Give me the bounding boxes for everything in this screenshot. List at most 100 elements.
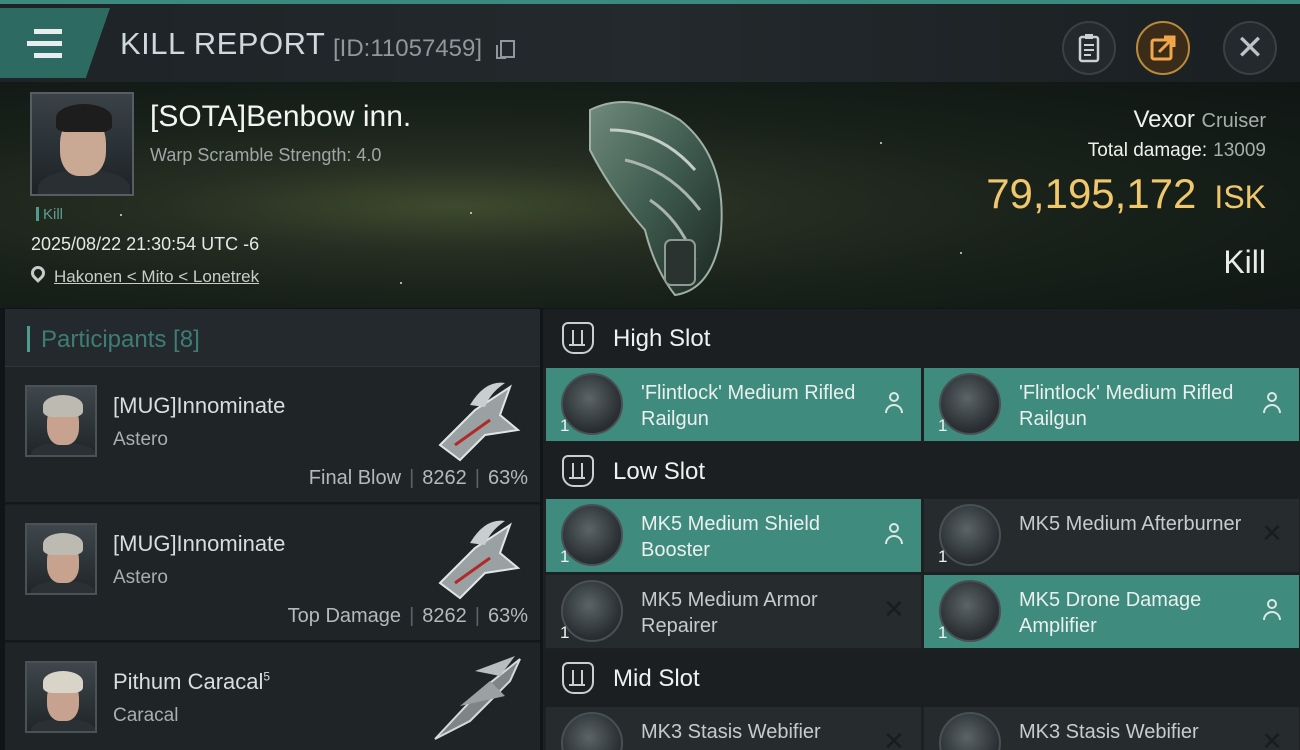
avatar-body [31,443,95,455]
person-icon [1261,390,1283,416]
participant-row[interactable]: [MUG]Innominate Astero Final Blow | 8262 | 6… [5,367,540,504]
module-name: MK3 Stasis Webifier [641,721,821,743]
x-icon: ✕ [883,727,905,750]
separator: | [409,605,415,627]
slot-label: High Slot [613,325,711,352]
victim-banner: [SOTA]Benbow inn. Warp Scramble Strength… [0,82,1300,308]
slot-icon [562,662,594,694]
module-qty: 1 [560,416,570,435]
location-link[interactable]: Hakonen < Mito < Lonetrek [54,267,259,287]
participant-ship: Astero [113,567,168,588]
share-icon [1150,35,1176,61]
copy-icon[interactable] [496,40,515,59]
slot-label: Mid Slot [613,665,700,692]
module-name: 'Flintlock' Medium Rifled Railgun [1019,382,1234,430]
total-damage: Total damage: 13009 [1088,140,1266,162]
kill-datetime: 2025/08/22 21:30:54 UTC -6 [31,234,260,254]
close-button[interactable]: ✕ [1223,21,1277,75]
participant-ship-image [434,656,521,740]
module-item[interactable]: 1 MK5 Medium Armor Repairer ✕ [546,575,921,648]
isk-value: 79,195,172 ISK [986,170,1266,218]
avatar-hair [56,104,112,132]
module-icon [561,504,623,566]
fitting-panel[interactable]: High Slot 1 'Flintlock' Medium Rifled Ra… [543,309,1300,750]
location-pin-icon [28,263,48,283]
participant-name: Pithum Caracal5 [113,669,270,695]
module-qty: 1 [560,623,570,642]
avatar [25,523,97,595]
module-item[interactable]: 1 MK5 Medium Afterburner ✕ [924,499,1299,572]
module-item[interactable]: 1 'Flintlock' Medium Rifled Railgun [924,368,1299,441]
header-bar: KILL REPORT [ID:11057459] ✕ [0,0,1300,82]
module-item[interactable]: MK3 Stasis Webifier ✕ [924,707,1299,750]
module-icon [939,373,1001,435]
participant-damage: 8262 [422,467,467,489]
page-title: KILL REPORT [120,26,326,61]
star [960,252,962,254]
separator: | [474,467,480,489]
module-name: MK3 Stasis Webifier [1019,721,1199,743]
module-item[interactable]: MK3 Stasis Webifier ✕ [546,707,921,750]
participant-damage: 8262 [422,605,467,627]
person-icon-body [1263,611,1281,620]
clipboard-icon [1078,34,1100,63]
participant-row[interactable]: Pithum Caracal5 Caracal [5,643,540,750]
module-name: MK5 Medium Armor Repairer [641,589,818,637]
x-icon: ✕ [1261,727,1283,750]
module-qty: 1 [938,547,948,566]
separator: | [474,605,480,627]
module-qty: 1 [938,416,948,435]
participant-stats: Top Damage | 8262 | 63% [288,605,528,628]
module-icon [939,580,1001,642]
damage-label: Total damage: [1087,140,1208,161]
person-icon [883,521,905,547]
module-item[interactable]: 1 'Flintlock' Medium Rifled Railgun [546,368,921,441]
avatar-body [31,581,95,593]
clipboard-button[interactable] [1062,21,1116,75]
participant-name-text: Pithum Caracal [113,669,264,694]
result-label: Kill [1223,244,1266,280]
share-button[interactable] [1136,21,1190,75]
x-icon: ✕ [1261,519,1283,549]
avatar [25,661,97,733]
participant-percent: 63% [487,467,528,489]
participant-ship-image [438,382,521,462]
star [120,214,122,216]
module-qty: 1 [560,547,570,566]
x-icon: ✕ [883,595,905,625]
person-icon-head [1267,599,1277,609]
separator: | [409,467,415,489]
slot-icon [562,455,594,487]
star [400,282,402,284]
victim-avatar[interactable] [30,92,134,196]
participant-row[interactable]: [MUG]Innominate Astero Top Damage | 8262 | 6… [5,505,540,642]
ship-name: Vexor [1133,106,1195,133]
menu-button[interactable] [0,8,110,78]
participants-panel[interactable]: Participants [8] [MUG]Innominate Astero … [5,309,540,750]
participant-role: Final Blow [308,467,402,489]
module-item[interactable]: 1 MK5 Medium Shield Booster [546,499,921,572]
participant-ship: Caracal [113,705,179,726]
avatar-hair [43,395,83,417]
person-icon [883,390,905,416]
kill-tag: Kill [36,206,63,223]
low-slot-header: Low Slot [543,442,1300,501]
participant-name-sup: 5 [263,669,271,684]
isk-unit: ISK [1214,179,1266,215]
participant-name: [MUG]Innominate [113,393,286,418]
participant-name: [MUG]Innominate [113,531,286,556]
report-id: [ID:11057459] [333,35,483,62]
module-item[interactable]: 1 MK5 Drone Damage Amplifier [924,575,1299,648]
module-qty: 1 [938,623,948,642]
victim-ship-type: Vexor Cruiser [1134,106,1267,134]
victim-name[interactable]: [SOTA]Benbow inn. [150,100,411,134]
avatar [25,385,97,457]
participant-ship: Astero [113,429,168,450]
module-name: MK5 Medium Afterburner [1019,513,1242,535]
isk-amount: 79,195,172 [986,170,1197,217]
slot-label: Low Slot [613,458,706,485]
module-name: 'Flintlock' Medium Rifled Railgun [641,382,856,430]
module-icon [939,712,1001,750]
menu-icon-notch [27,29,34,34]
module-name: MK5 Medium Shield Booster [641,513,820,561]
